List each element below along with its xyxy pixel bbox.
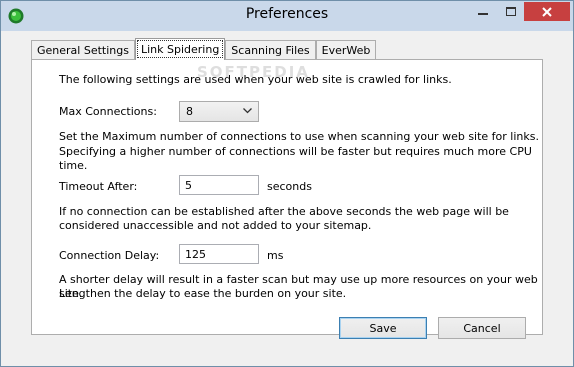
timeout-unit: seconds	[267, 180, 312, 193]
close-button[interactable]	[524, 2, 570, 21]
intro-text: The following settings are used when you…	[59, 73, 452, 86]
tab-strip: General Settings Link Spidering Scanning…	[31, 38, 377, 60]
connection-delay-value: 125	[185, 247, 206, 261]
cancel-button[interactable]: Cancel	[438, 317, 526, 339]
max-connections-select[interactable]: 8	[179, 101, 259, 122]
close-icon	[542, 6, 552, 17]
connection-delay-label: Connection Delay:	[59, 249, 160, 262]
maximize-button[interactable]	[497, 2, 524, 21]
minimize-icon	[478, 12, 488, 15]
tab-scanning-files[interactable]: Scanning Files	[225, 40, 316, 60]
timeout-help-2: considered unaccessible and not added to…	[59, 219, 372, 232]
timeout-help-1: If no connection can be established afte…	[59, 205, 509, 218]
link-spidering-panel: SOFTPEDIA The following settings are use…	[31, 59, 543, 335]
connection-delay-input[interactable]: 125	[179, 244, 259, 264]
delay-help-2: Lengthen the delay to ease the burden on…	[59, 287, 347, 300]
save-button[interactable]: Save	[339, 317, 427, 339]
timeout-value: 5	[185, 178, 192, 192]
timeout-label: Timeout After:	[59, 180, 138, 193]
maximize-icon	[505, 6, 516, 16]
tab-label: Link Spidering	[140, 43, 220, 56]
tab-general-settings[interactable]: General Settings	[31, 40, 135, 60]
tab-label: EverWeb	[321, 44, 371, 57]
connection-delay-unit: ms	[267, 249, 284, 262]
max-connections-label: Max Connections:	[59, 105, 157, 118]
tab-label: General Settings	[37, 44, 129, 57]
minimize-button[interactable]	[469, 2, 497, 21]
tab-everweb[interactable]: EverWeb	[315, 40, 377, 60]
preferences-window: Preferences General Settings Link Spider…	[0, 0, 574, 367]
timeout-input[interactable]: 5	[179, 175, 259, 195]
dialog-body: General Settings Link Spidering Scanning…	[1, 31, 573, 366]
max-connections-value: 8	[186, 105, 193, 118]
tab-label: Scanning Files	[231, 44, 310, 57]
tab-link-spidering[interactable]: Link Spidering	[134, 38, 226, 60]
max-connections-help-1: Set the Maximum number of connections to…	[59, 130, 539, 143]
title-bar[interactable]: Preferences	[1, 1, 573, 31]
chevron-down-icon	[243, 108, 252, 114]
max-connections-help-2: Specifying a higher number of connection…	[59, 145, 532, 172]
